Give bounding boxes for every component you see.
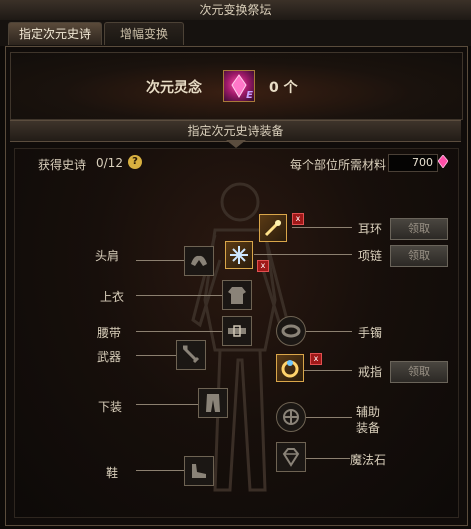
belt-slot[interactable] [222,316,252,346]
top-icon [228,287,246,304]
top-slot[interactable] [222,280,252,310]
support-equipment-slot[interactable] [276,402,306,432]
shoulder-icon [191,255,207,266]
tab-designated-epic[interactable]: 指定次元史诗 [8,22,102,45]
necklace-connector [254,254,352,255]
belt-connector [136,331,222,332]
top-connector [136,295,222,296]
spirit-currency-icon [437,154,449,169]
magic-stone-slot[interactable] [276,442,306,472]
ring-connector [304,370,352,371]
magic-stone-connector [306,458,350,459]
obtained-epic-label: 获得史诗 [38,158,87,172]
earring-connector [292,227,352,228]
support-connector [306,417,352,418]
earring-label: 耳环 [358,222,383,236]
earring-remove-icon[interactable]: x [292,213,304,225]
bottom-label: 下装 [98,400,123,414]
window-title: 次元变换祭坛 [0,0,471,21]
spirit-panel: 次元灵念 E 0 个 [10,52,463,120]
ring-label: 戒指 [358,365,383,379]
bracelet-label: 手镯 [358,326,383,340]
necklace-claim-button[interactable]: 领取 [390,245,448,267]
bottom-icon [206,394,220,412]
earring-slot[interactable] [259,214,287,242]
section-header: 指定次元史诗装备 [10,120,461,142]
weapon-connector [136,355,176,356]
necklace-label: 项链 [358,249,383,263]
bracelet-slot[interactable] [276,316,306,346]
spirit-item-icon: E [223,70,255,102]
spirit-label: 次元灵念 [146,80,202,96]
earring-claim-button[interactable]: 领取 [390,218,448,240]
shoulder-slot[interactable] [184,246,214,276]
shoes-slot[interactable] [184,456,214,486]
help-icon[interactable]: ? [128,155,142,169]
ring-claim-button[interactable]: 领取 [390,361,448,383]
bracelet-icon [281,324,301,338]
necklace-remove-icon[interactable]: x [257,260,269,272]
tab-bar: 指定次元史诗 增幅变换 [0,20,471,46]
top-label: 上衣 [100,290,125,304]
weapon-label: 武器 [97,350,122,364]
necklace-slot[interactable] [225,241,253,269]
support-label-line1: 辅助 [356,405,381,419]
shoes-connector [136,470,184,471]
chevron-down-icon [226,140,246,148]
shoes-label: 鞋 [106,466,119,480]
shoulder-label: 头肩 [95,249,120,263]
ring-remove-icon[interactable]: x [310,353,322,365]
belt-label: 腰带 [97,326,122,340]
support-equipment-icon [283,409,299,425]
bracelet-connector [306,331,352,332]
spirit-badge: E [246,90,253,101]
bottom-connector [136,404,198,405]
tab-amplify-transform[interactable]: 增幅变换 [104,22,184,45]
belt-icon [228,325,246,337]
material-value: 700 [412,156,433,169]
material-field: 700 [388,154,438,172]
weapon-slot[interactable] [176,340,206,370]
magic-stone-icon [282,448,300,467]
obtained-epic-value: 0/12 [96,156,123,170]
shoulder-connector [136,260,184,261]
shoes-icon [192,464,206,478]
bottom-slot[interactable] [198,388,228,418]
magic-stone-label: 魔法石 [350,453,387,467]
weapon-icon [182,345,200,364]
spirit-count: 0 个 [269,80,298,96]
ring-slot[interactable] [276,354,304,382]
support-label-line2: 装备 [356,421,381,435]
